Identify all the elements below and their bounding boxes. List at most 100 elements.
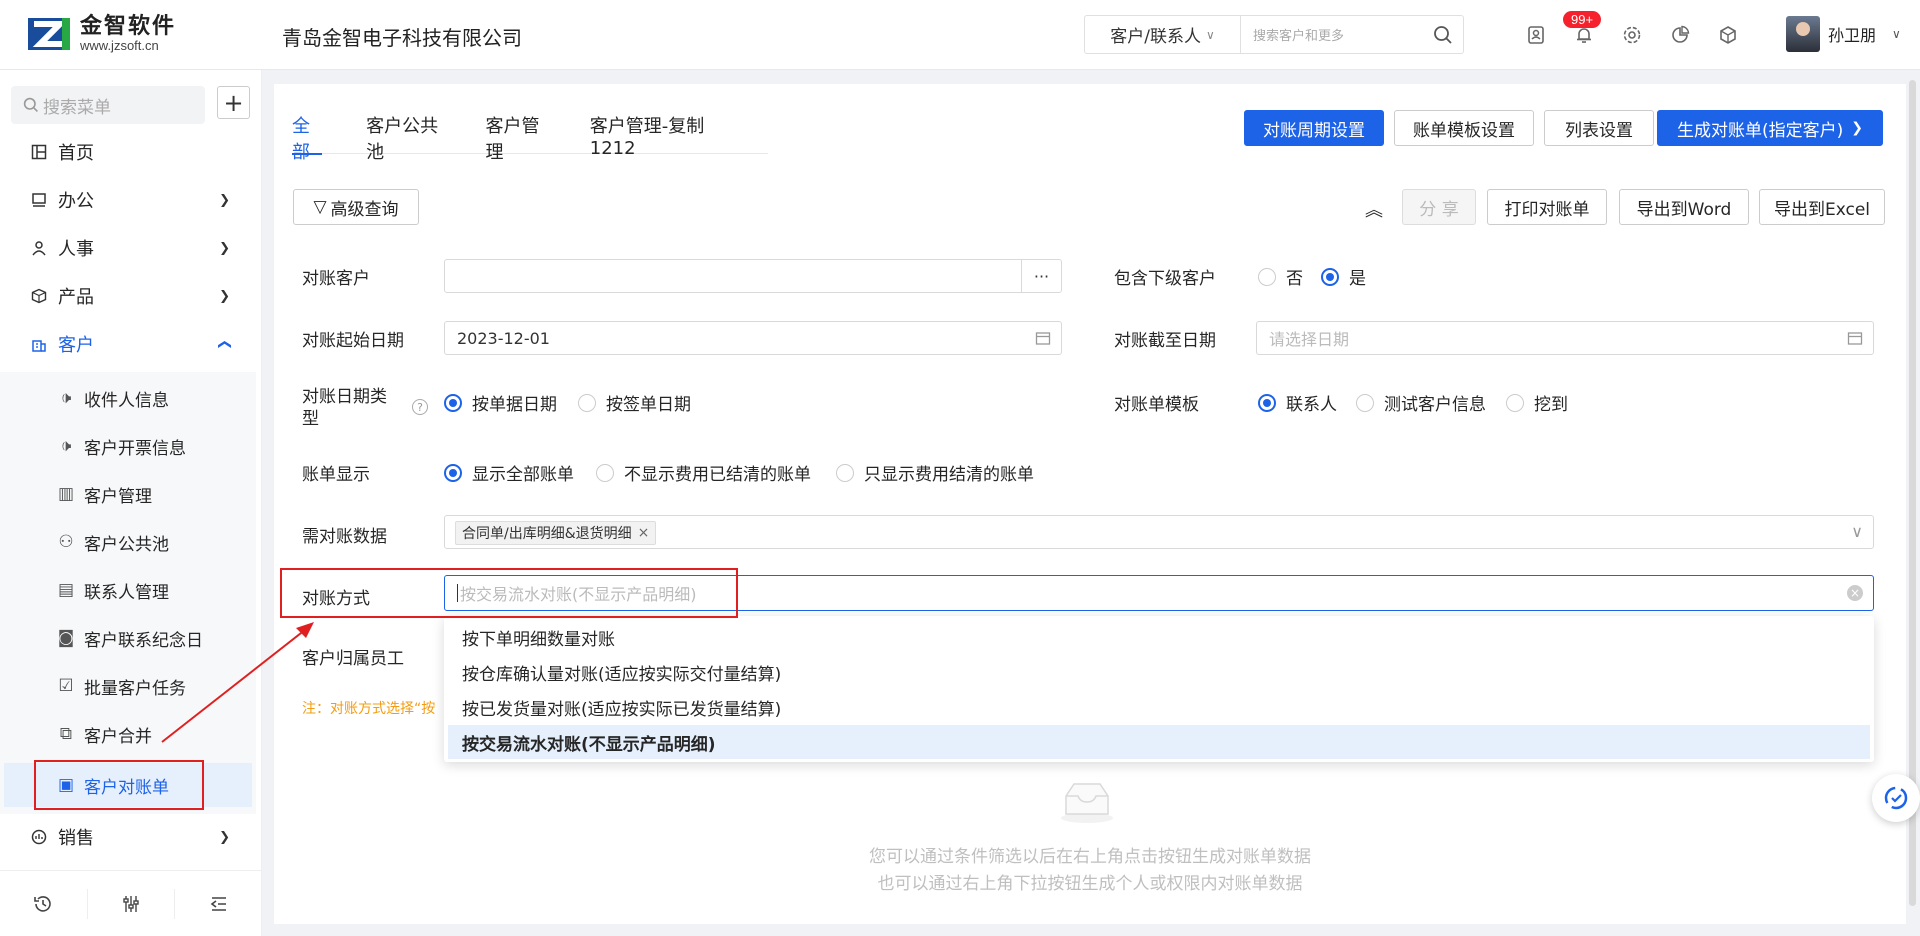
template-wadao-radio[interactable]: 挖到: [1506, 390, 1568, 415]
dropdown-option-shipped[interactable]: 按已发货量对账(适应按实际已发货量结算): [448, 690, 1870, 724]
empty-box-icon: [1058, 780, 1116, 829]
camera-icon: ◙: [57, 628, 75, 648]
data-multiselect[interactable]: 合同单/出库明细&退货明细 × ∨: [444, 515, 1874, 549]
advanced-query-button[interactable]: ▽ 高级查询: [293, 189, 419, 225]
sidebar-item-label: 产品: [58, 287, 94, 308]
radio-label: 只显示费用结清的账单: [864, 465, 1034, 485]
end-date-placeholder: 请选择日期: [1269, 330, 1350, 349]
end-date-label: 对账截至日期: [1114, 331, 1216, 351]
building-icon: [30, 336, 48, 352]
start-date-value: 2023-12-01: [457, 328, 550, 348]
gear-icon[interactable]: [1608, 20, 1656, 50]
collapse-up-icon[interactable]: ︽: [1365, 196, 1383, 222]
template-contact-radio[interactable]: 联系人: [1258, 390, 1337, 415]
data-tag: 合同单/出库明细&退货明细 ×: [455, 521, 657, 545]
empty-hint-line-1: 您可以通过条件筛选以后在右上角点击按钮生成对账单数据: [869, 847, 1311, 867]
bill-display-label: 账单显示: [302, 465, 370, 485]
copy-icon: ⧉: [59, 724, 73, 744]
annotation-method-highlight: [280, 568, 738, 618]
speaker-icon: 🕩: [60, 436, 72, 456]
pie-chart-icon[interactable]: [1656, 20, 1704, 50]
sidebar-item-office[interactable]: 办公 ❯: [0, 178, 262, 222]
search-category-select[interactable]: 客户/联系人 ∨: [1085, 16, 1241, 53]
radio-circle: [1356, 393, 1374, 412]
submenu-item-invoice-info[interactable]: 🕩 客户开票信息: [0, 424, 256, 468]
date-type-document-radio[interactable]: 按单据日期: [444, 390, 557, 415]
generate-statement-button[interactable]: 生成对账单(指定客户) ❯: [1657, 110, 1883, 146]
logo-name: 金智软件: [80, 13, 177, 39]
print-statement-button[interactable]: 打印对账单: [1487, 189, 1607, 225]
radio-circle: [596, 463, 614, 482]
template-settings-button[interactable]: 账单模板设置: [1394, 110, 1534, 146]
assistant-float-button[interactable]: [1872, 774, 1920, 822]
contacts-icon[interactable]: [1512, 20, 1560, 50]
search-input[interactable]: 搜索客户和更多: [1241, 25, 1423, 44]
share-button[interactable]: 分 享: [1402, 189, 1476, 225]
include-sub-yes-radio[interactable]: 是: [1321, 264, 1366, 289]
dropdown-option-order-detail[interactable]: 按下单明细数量对账: [448, 620, 1870, 654]
radio-circle: [1506, 393, 1524, 412]
tab-all[interactable]: 全部: [292, 112, 323, 163]
clear-icon[interactable]: ×: [1847, 585, 1863, 601]
include-sub-no-radio[interactable]: 否: [1258, 264, 1303, 289]
cycle-settings-button[interactable]: 对账周期设置: [1244, 110, 1384, 146]
radio-circle: [1258, 267, 1276, 286]
cube-icon[interactable]: [1704, 20, 1752, 50]
search-icon[interactable]: [1423, 25, 1463, 45]
list-settings-button[interactable]: 列表设置: [1544, 110, 1654, 146]
customer-input[interactable]: ···: [444, 259, 1062, 293]
date-type-sign-radio[interactable]: 按签单日期: [578, 390, 691, 415]
global-search: 客户/联系人 ∨ 搜索客户和更多: [1084, 15, 1464, 54]
start-date-label: 对账起始日期: [302, 331, 404, 351]
speaker-icon: 🕩: [60, 388, 72, 408]
submenu-item-recipient-info[interactable]: 🕩 收件人信息: [0, 376, 256, 420]
avatar: [1786, 16, 1820, 52]
submenu-item-label: 客户合并: [84, 726, 152, 747]
sidebar-item-label: 客户: [58, 335, 94, 356]
chevron-down-icon: ❯: [219, 240, 230, 256]
user-menu[interactable]: 孙卫朋 ∨: [1786, 16, 1901, 52]
submenu-item-contacts[interactable]: ▤ 联系人管理: [0, 568, 256, 612]
submenu-item-customer-management[interactable]: ▥ 客户管理: [0, 472, 256, 516]
more-icon[interactable]: ···: [1021, 260, 1061, 292]
tab-customer-pool[interactable]: 客户公共池: [366, 112, 441, 163]
start-date-input[interactable]: 2023-12-01: [444, 321, 1062, 355]
radio-label: 挖到: [1534, 395, 1568, 415]
add-menu-button[interactable]: +: [217, 86, 250, 119]
logo-icon: [26, 14, 74, 54]
dropdown-option-transaction-flow[interactable]: 按交易流水对账(不显示产品明细): [448, 725, 1870, 759]
submenu-item-label: 客户开票信息: [84, 438, 186, 459]
search-icon: [23, 97, 38, 112]
bill-display-settled-radio[interactable]: 只显示费用结清的账单: [836, 460, 1034, 485]
tab-customer-management[interactable]: 客户管理: [486, 112, 546, 163]
end-date-input[interactable]: 请选择日期: [1256, 321, 1874, 355]
help-icon[interactable]: ?: [412, 399, 428, 415]
bill-display-all-radio[interactable]: 显示全部账单: [444, 460, 574, 485]
menu-search-input[interactable]: 搜索菜单: [11, 86, 205, 124]
building-icon: ▥: [57, 484, 75, 504]
include-sub-label: 包含下级客户: [1114, 269, 1216, 289]
submenu-item-label: 联系人管理: [84, 582, 169, 603]
bill-display-unsettled-radio[interactable]: 不显示费用已结清的账单: [596, 460, 811, 485]
submenu-item-label: 客户公共池: [84, 534, 169, 555]
logo-url: www.jzsoft.cn: [80, 37, 159, 53]
sidebar-item-customer[interactable]: 客户 ❯: [0, 322, 262, 366]
logo[interactable]: 金智软件 www.jzsoft.cn: [26, 14, 176, 54]
sidebar-item-home[interactable]: 首页: [0, 130, 262, 174]
close-icon[interactable]: ×: [638, 525, 650, 541]
sidebar-item-product[interactable]: 产品 ❯: [0, 274, 262, 318]
chevron-down-icon: ❯: [1851, 120, 1863, 136]
date-type-label: 对账日期类型: [302, 387, 387, 429]
radio-label: 按单据日期: [472, 395, 557, 415]
chevron-down-icon: ❯: [219, 288, 230, 304]
submenu-item-customer-pool[interactable]: ⚇ 客户公共池: [0, 520, 256, 564]
tab-customer-management-copy[interactable]: 客户管理-复制1212: [590, 112, 724, 159]
template-test-radio[interactable]: 测试客户信息: [1356, 390, 1486, 415]
sidebar-item-hr[interactable]: 人事 ❯: [0, 226, 262, 270]
radio-circle: [836, 463, 854, 482]
dropdown-option-warehouse-confirm[interactable]: 按仓库确认量对账(适应按实际交付量结算): [448, 655, 1870, 689]
export-excel-button[interactable]: 导出到Excel: [1759, 189, 1885, 225]
chevron-down-icon: ∨: [1892, 27, 1901, 41]
submenu-item-label: 收件人信息: [84, 390, 169, 411]
export-word-button[interactable]: 导出到Word: [1619, 189, 1749, 225]
